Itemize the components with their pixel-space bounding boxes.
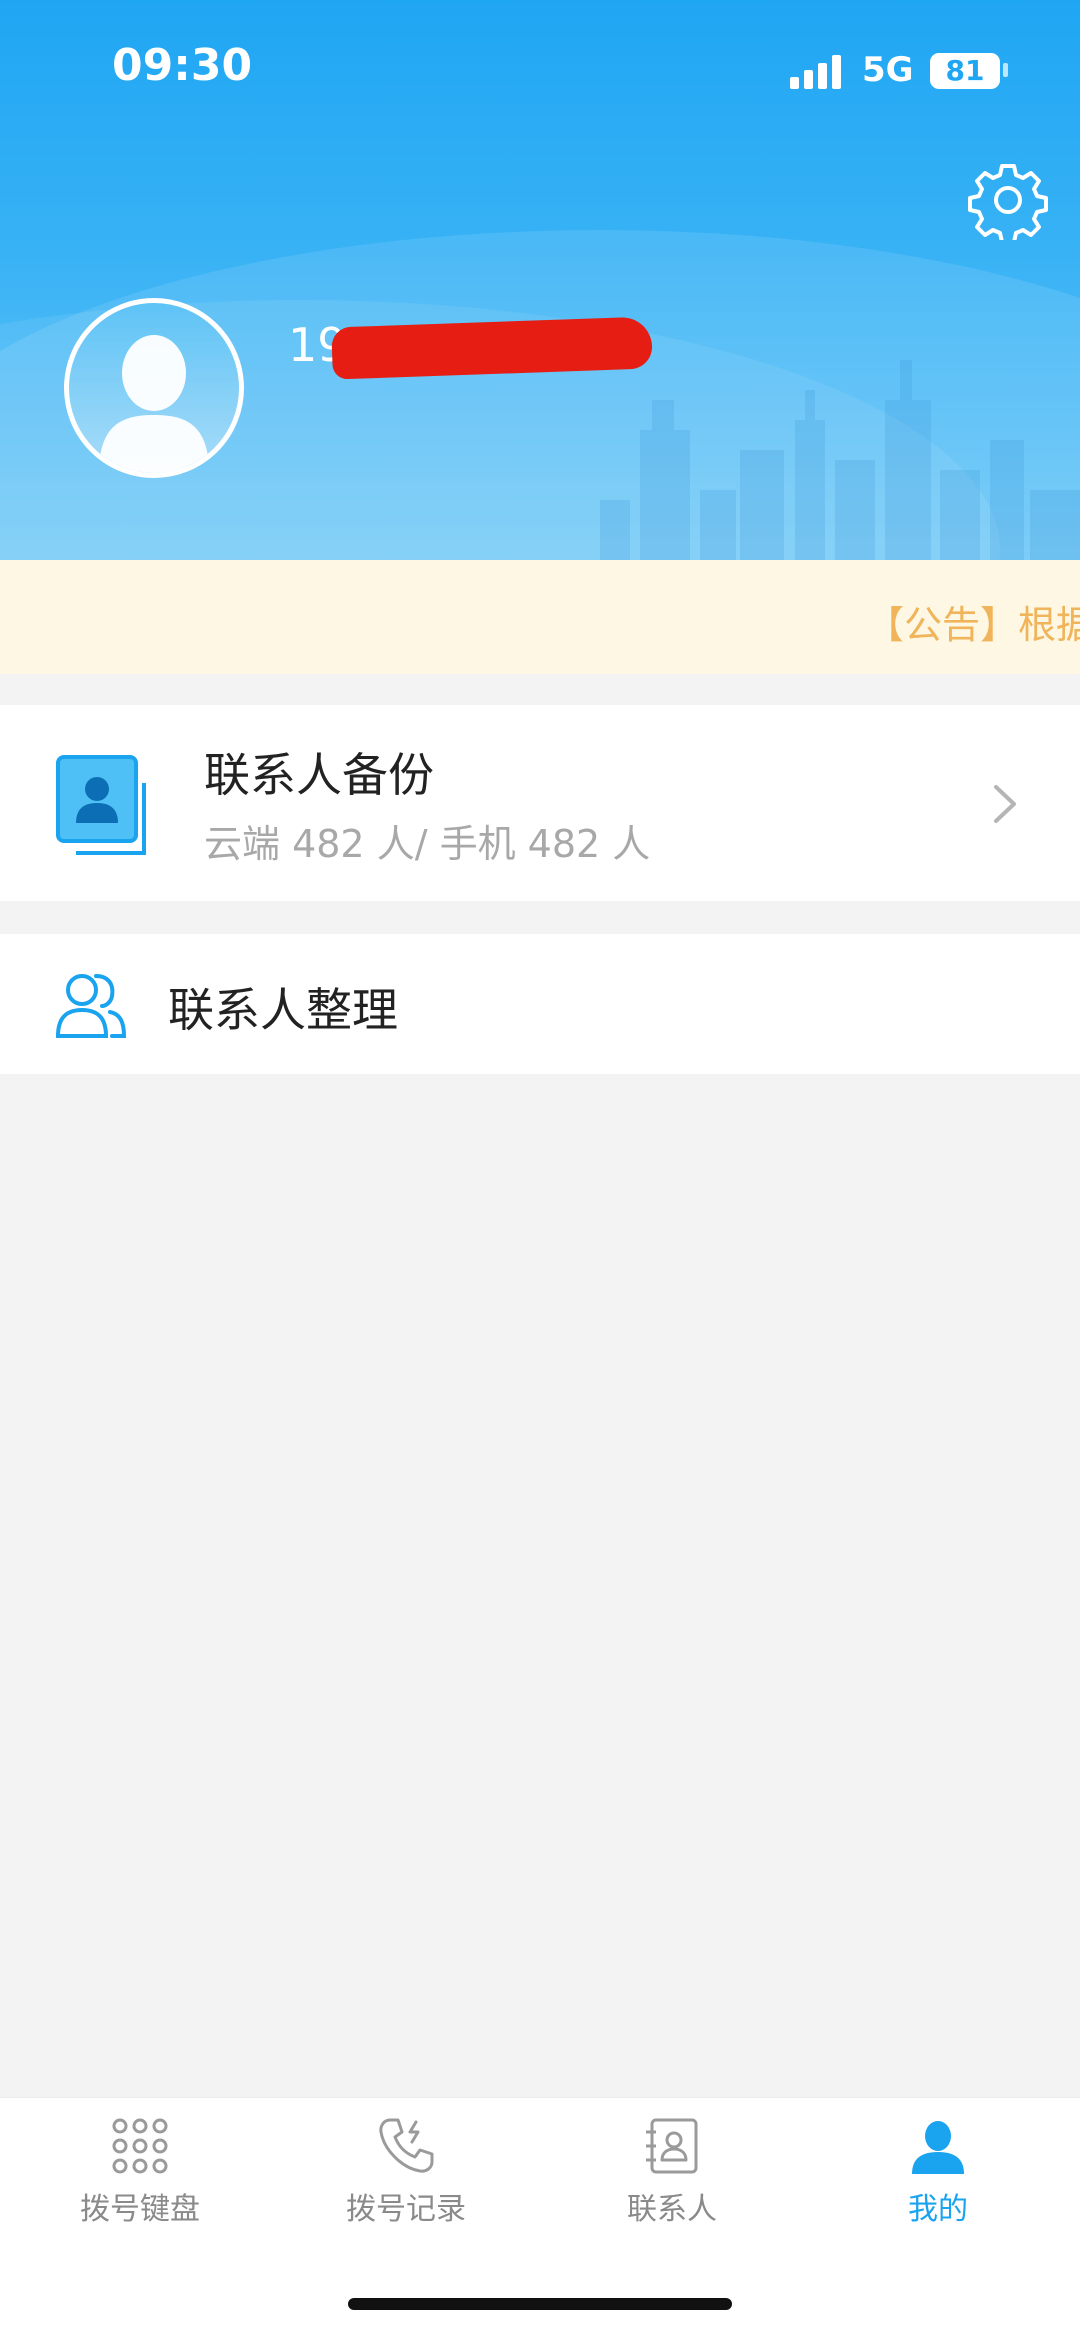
backup-count: 云端 482 人/ 手机 482 人 [204,822,651,866]
battery-icon: 81 [930,53,1000,89]
user-silhouette-icon [99,335,209,473]
tab-label: 拨号键盘 [80,2192,200,2227]
avatar[interactable] [64,298,244,478]
announcement-text: 【公告】根据 [866,603,1080,647]
tab-me[interactable]: 我的 [828,2116,1048,2236]
people-icon [55,974,127,1038]
tab-label: 拨号记录 [346,2192,466,2227]
tab-keypad[interactable]: 拨号键盘 [30,2116,250,2236]
keypad-icon [112,2118,168,2174]
tab-call-log[interactable]: 拨号记录 [296,2116,516,2236]
tab-label: 联系人 [627,2192,717,2227]
chevron-right-icon [994,785,1016,823]
announcement-bar[interactable]: 【公告】根据 [0,560,1080,674]
tab-contacts[interactable]: 联系人 [562,2116,782,2236]
tab-label: 我的 [908,2192,968,2227]
battery-tip [1003,63,1008,77]
contact-organize-row[interactable]: 联系人整理 [0,934,1080,1074]
battery-level: 81 [945,54,985,87]
person-icon [912,2121,964,2174]
organize-title: 联系人整理 [168,983,398,1037]
status-time: 09:30 [112,40,253,91]
city-skyline-decoration [600,360,1080,560]
contacts-book-icon [646,2118,698,2174]
contact-backup-row[interactable]: 联系人备份 云端 482 人/ 手机 482 人 [0,705,1080,901]
network-type: 5G [862,50,914,90]
profile-header: 09:30 5G 81 19 [0,0,1080,560]
contact-card-icon [56,755,146,855]
gear-icon[interactable] [968,160,1048,240]
cellular-signal-icon [790,55,846,89]
home-indicator[interactable] [348,2298,732,2310]
backup-title: 联系人备份 [204,748,434,802]
call-log-icon [379,2118,434,2173]
